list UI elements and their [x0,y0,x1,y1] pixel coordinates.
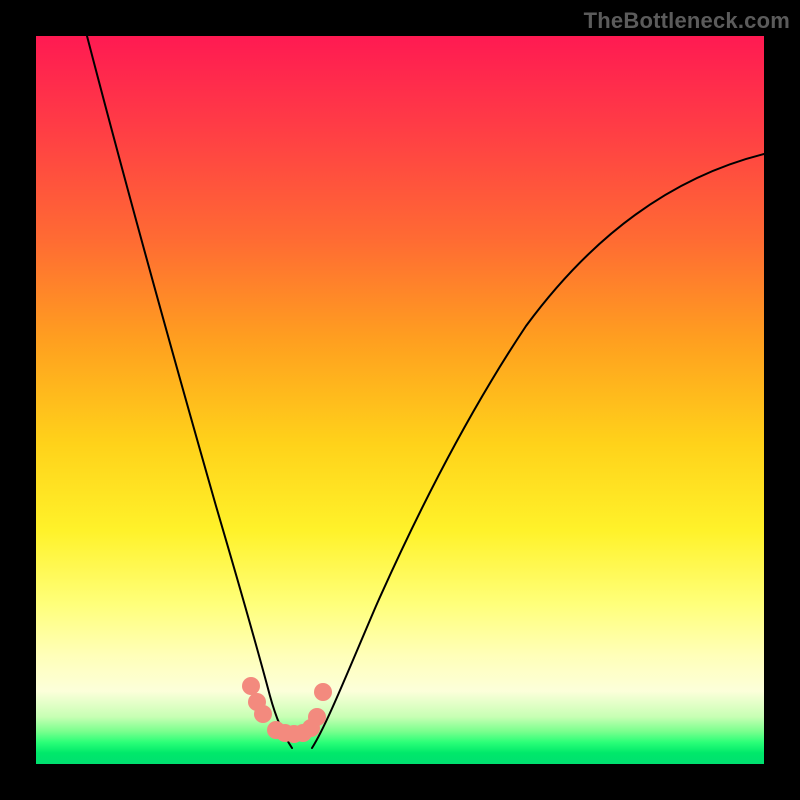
dot-cluster [242,677,332,743]
chart-frame: TheBottleneck.com [0,0,800,800]
plot-area [36,36,764,764]
watermark-text: TheBottleneck.com [584,8,790,34]
curve-right [312,154,764,748]
curve-left [87,36,292,748]
curves-svg [36,36,764,764]
